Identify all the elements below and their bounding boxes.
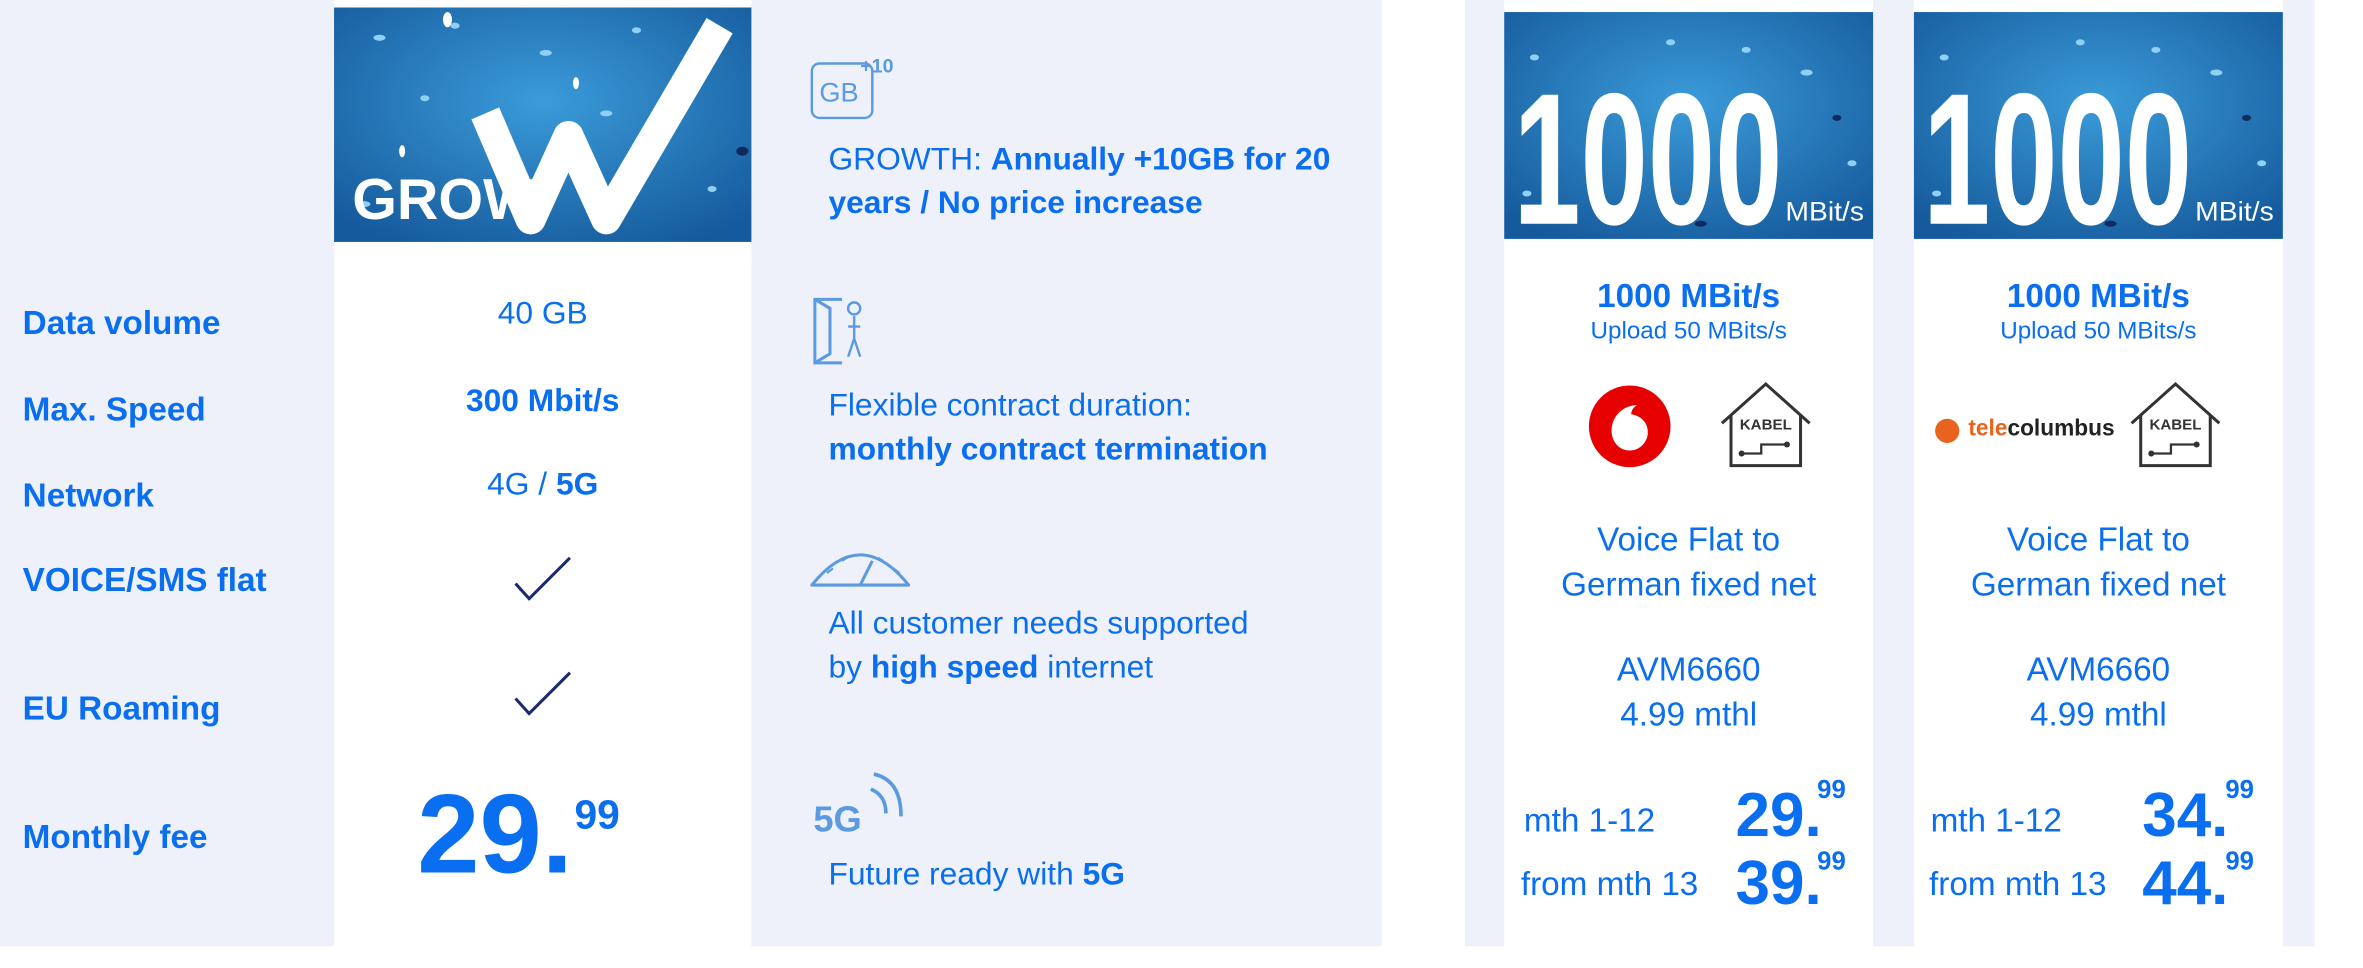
growth-prefix: GROWTH:: [828, 142, 991, 177]
grow-price-main: 29.: [417, 771, 573, 897]
grow-banner-art: GROW: [334, 7, 752, 242]
offer2-tier2-label: from mth 13: [1929, 864, 2107, 903]
feature-future-ready: Future ready with 5G: [828, 853, 1372, 897]
future-prefix: Future ready with: [828, 857, 1083, 892]
grow-network-prefix: 4G /: [487, 467, 556, 502]
offer1-speed: 1000 MBit/s: [1597, 276, 1781, 315]
telecolumbus-name-a: tele: [1968, 415, 2008, 442]
offer1-router-price: 4.99 mthl: [1620, 695, 1758, 734]
row-label-data-volume: Data volume: [22, 303, 221, 342]
offer2-router-model: AVM6660: [2026, 650, 2171, 688]
offer2-tier1-price: 34.: [2142, 780, 2229, 850]
offer2-speed: 1000 MBit/s: [2006, 276, 2190, 315]
offer-banner-2: 1000 MBit/s: [1913, 12, 2283, 239]
telecolumbus-name-b: columbus: [2007, 415, 2115, 442]
row-label-max-speed: Max. Speed: [22, 390, 206, 428]
row-label-eu-roaming: EU Roaming: [22, 689, 221, 728]
exit-door-icon: [809, 293, 876, 376]
speed-line1: All customer needs supported: [828, 606, 1249, 642]
speed-suffix: internet: [1038, 650, 1154, 685]
offer1-tier1-cents: 99: [1817, 775, 1846, 805]
offer2-banner-number: 1000: [1923, 54, 2192, 239]
telecolumbus-mark-icon: [1935, 418, 1960, 443]
feature-flexible: Flexible contract duration: monthly cont…: [828, 384, 1372, 472]
feature-high-speed: All customer needs supported by high spe…: [828, 602, 1372, 690]
grow-network-5g: 5G: [555, 467, 599, 502]
offer2-banner-unit: MBit/s: [2195, 196, 2274, 227]
fiveg-icon-text: 5G: [813, 798, 861, 837]
speed-prefix: by: [828, 650, 871, 685]
flex-line1: Flexible contract duration:: [828, 388, 1193, 424]
speedometer-icon: [806, 537, 915, 599]
row-label-network: Network: [22, 476, 154, 515]
kabel-label: KABEL: [1740, 416, 1792, 433]
offer2-router-price: 4.99 mthl: [2029, 695, 2167, 734]
5g-signal-icon: 5G: [813, 756, 910, 845]
kabel-label: KABEL: [2149, 416, 2201, 433]
offer1-upload: Upload 50 MBits/s: [1590, 318, 1787, 345]
telecolumbus-logo: telecolumbus: [1935, 415, 2115, 443]
check-icon: [514, 671, 572, 716]
feature-growth: GROWTH: Annually +10GB for 20 years / No…: [828, 138, 1372, 226]
offer-banner-1: 1000 MBit/s: [1504, 12, 1874, 239]
row-label-monthly-fee: Monthly fee: [22, 817, 208, 856]
offer1-tier2-price: 39.: [1735, 848, 1822, 918]
gb-icon-text: GB: [819, 76, 858, 107]
grow-data-volume: 40 GB: [497, 296, 588, 332]
check-icon: [514, 556, 572, 601]
offer1-router-model: AVM6660: [1616, 650, 1761, 688]
offer2-router: AVM6660 4.99 mthl: [1914, 647, 2283, 738]
offer1-router: AVM6660 4.99 mthl: [1504, 647, 1873, 738]
offer1-banner-unit: MBit/s: [1785, 196, 1864, 227]
offer1-voice: Voice Flat to German fixed net: [1504, 517, 1873, 608]
offer2-tier1-cents: 99: [2225, 775, 2254, 805]
offer1-voice-line2: German fixed net: [1561, 565, 1817, 604]
grow-banner-text: GROW: [352, 168, 538, 232]
offer1-tier2-cents: 99: [1817, 846, 1846, 876]
speed-line2: by high speed internet: [828, 646, 1372, 690]
grow-max-speed: 300 Mbit/s: [465, 383, 620, 419]
offer1-tier1-label: mth 1-12: [1523, 801, 1656, 840]
grow-banner: GROW: [334, 7, 752, 242]
gb-plus-icon: GB +10: [809, 51, 915, 131]
offer2-tier1-label: mth 1-12: [1930, 801, 2062, 840]
comparison-slide: Data volume Max. Speed Network VOICE/SMS…: [0, 0, 2363, 968]
vodafone-logo: [1588, 385, 1671, 468]
flex-bold: monthly contract termination: [828, 432, 1268, 468]
kabel-house-icon: KABEL: [2130, 381, 2221, 468]
offer2-voice: Voice Flat to German fixed net: [1914, 517, 2283, 608]
grow-price: 29.: [417, 778, 573, 891]
kabel-house-icon: KABEL: [1720, 381, 1811, 468]
grow-price-cents: 99: [574, 792, 620, 838]
offer2-tier2-price: 44.: [2142, 848, 2229, 918]
offer2-upload: Upload 50 MBits/s: [2000, 318, 2197, 345]
offer2-tier2-cents: 99: [2225, 846, 2254, 876]
gb-icon-plus: +10: [860, 56, 893, 78]
offer1-banner-number: 1000: [1513, 54, 1782, 239]
offer2-voice-line1: Voice Flat to: [2006, 520, 2190, 558]
grow-network: 4G / 5G: [334, 467, 751, 503]
future-bold: 5G: [1082, 857, 1125, 892]
offer1-tier1-price: 29.: [1735, 780, 1822, 850]
offer1-tier2-label: from mth 13: [1520, 864, 1699, 903]
offer2-voice-line2: German fixed net: [1970, 565, 2226, 604]
speed-bold: high speed: [870, 650, 1039, 685]
row-label-voice-sms: VOICE/SMS flat: [22, 560, 267, 599]
offer1-voice-line1: Voice Flat to: [1597, 520, 1781, 558]
